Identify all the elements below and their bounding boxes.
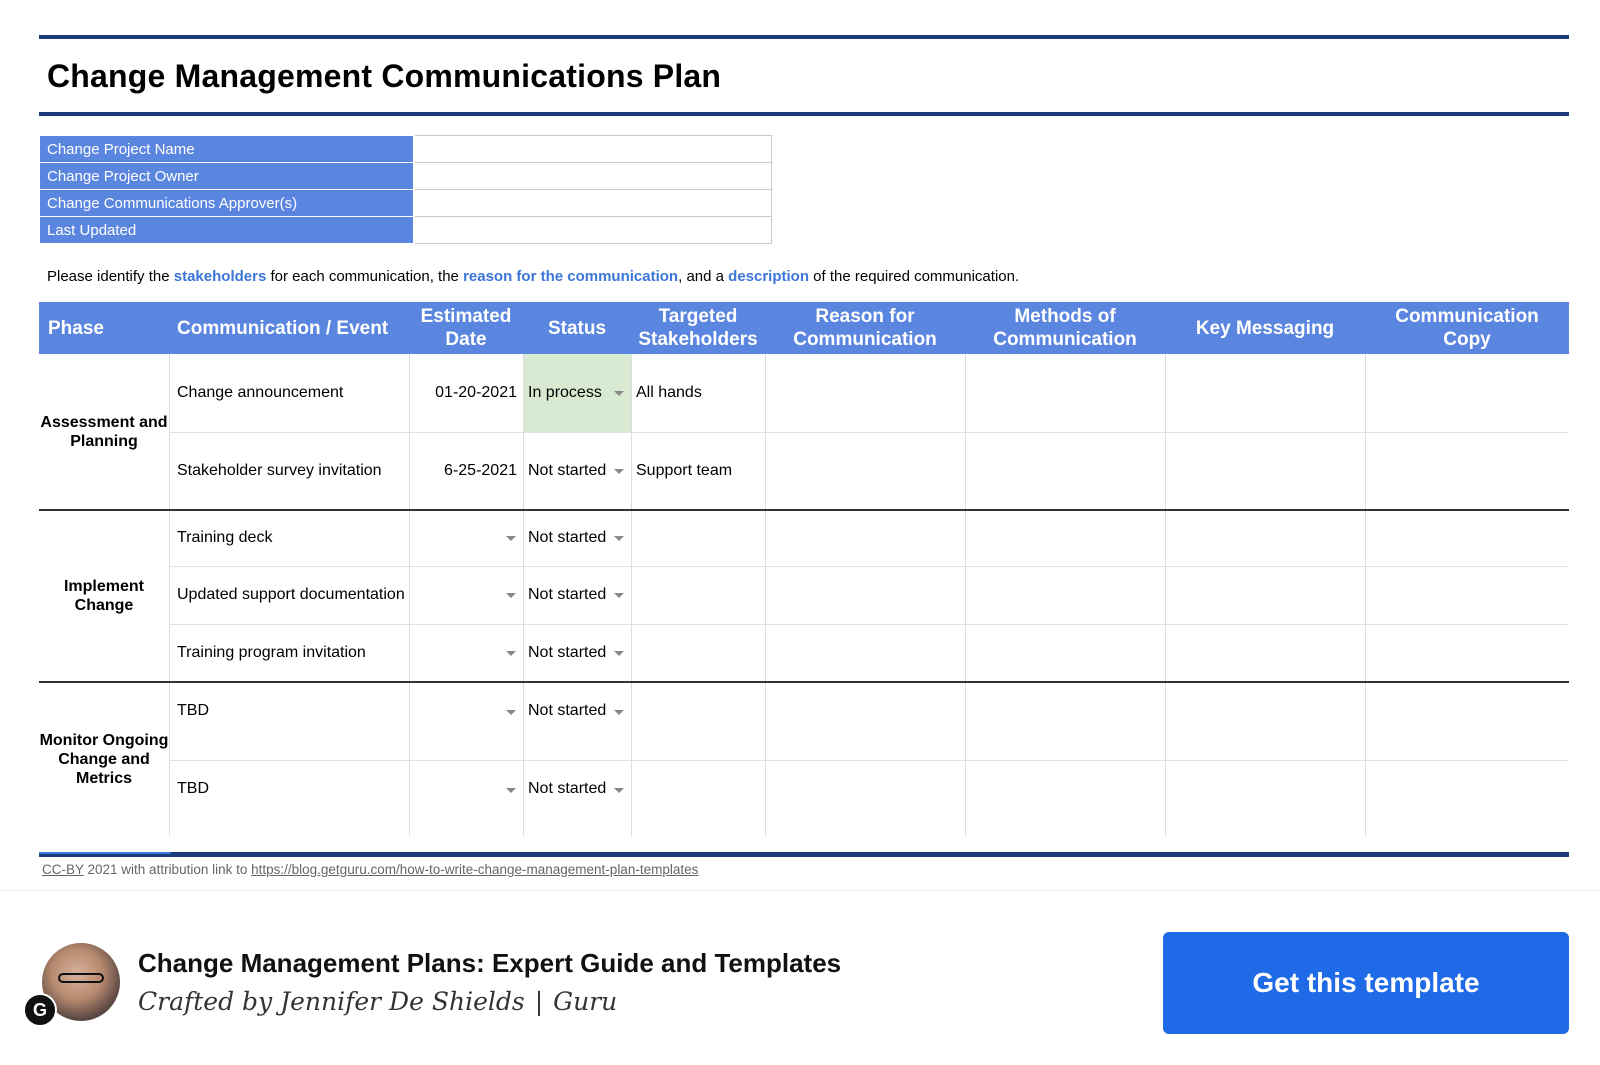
status-dropdown-arrow-icon[interactable]: [614, 391, 624, 396]
status-dropdown-arrow-icon[interactable]: [614, 593, 624, 598]
status-dropdown-arrow-icon[interactable]: [614, 469, 624, 474]
event-cell[interactable]: Change announcement: [177, 354, 407, 432]
phase-cell[interactable]: Monitor Ongoing Change and Metrics: [39, 682, 169, 836]
status-cell[interactable]: Not started: [528, 702, 612, 750]
column-divider: [631, 354, 632, 836]
status-cell[interactable]: In process: [528, 354, 612, 432]
org-name: Guru: [553, 987, 618, 1016]
info-value-project-owner[interactable]: [413, 162, 772, 190]
date-dropdown-arrow-icon[interactable]: [506, 593, 516, 598]
info-value-approvers[interactable]: [413, 189, 772, 217]
status-dropdown-arrow-icon[interactable]: [614, 710, 624, 715]
column-divider: [1365, 354, 1366, 836]
header-copy[interactable]: Communication Copy: [1365, 302, 1569, 354]
instructions-part: Please identify the: [47, 268, 174, 285]
date-cell[interactable]: 6-25-2021: [409, 432, 517, 510]
event-cell[interactable]: Stakeholder survey invitation: [177, 432, 407, 510]
header-phase[interactable]: Phase: [39, 302, 169, 354]
header-status[interactable]: Status: [523, 302, 631, 354]
event-cell[interactable]: Updated support documentation: [177, 566, 407, 624]
license-line: CC-BY 2021 with attribution link to http…: [42, 862, 698, 877]
date-cell[interactable]: [409, 510, 517, 566]
header-reason[interactable]: Reason for Communication: [765, 302, 965, 354]
column-divider: [765, 354, 766, 836]
info-label-last-updated: Last Updated: [39, 216, 415, 244]
stakeholders-cell[interactable]: Support team: [636, 432, 762, 510]
page-title: Change Management Communications Plan: [47, 58, 722, 94]
license-text: 2021 with attribution link to: [83, 862, 252, 877]
instructions-highlight-stakeholders: stakeholders: [173, 268, 267, 285]
date-cell[interactable]: [409, 624, 517, 682]
stakeholders-cell[interactable]: All hands: [636, 354, 762, 432]
status-dropdown-arrow-icon[interactable]: [614, 788, 624, 793]
date-dropdown-arrow-icon[interactable]: [506, 788, 516, 793]
event-cell[interactable]: TBD: [177, 702, 407, 750]
status-dropdown-arrow-icon[interactable]: [614, 536, 624, 541]
date-cell[interactable]: [409, 780, 517, 826]
status-cell[interactable]: Not started: [528, 780, 612, 826]
info-label-project-name: Change Project Name: [39, 135, 415, 163]
phase-cell[interactable]: Assessment and Planning: [39, 354, 169, 510]
title-rule: [39, 112, 1569, 116]
column-divider: [1165, 354, 1166, 836]
template-byline: Crafted by Jennifer De Shields | Guru: [138, 987, 617, 1016]
license-url-link[interactable]: https://blog.getguru.com/how-to-write-ch…: [251, 862, 698, 877]
status-cell[interactable]: Not started: [528, 624, 612, 682]
info-label-approvers: Change Communications Approver(s): [39, 189, 415, 217]
header-methods[interactable]: Methods of Communication: [965, 302, 1165, 354]
header-estimated-date[interactable]: Estimated Date: [409, 302, 523, 354]
grid-header-row: Phase Communication / Event Estimated Da…: [39, 302, 1569, 354]
stakeholders-cell[interactable]: [636, 624, 762, 682]
project-info-table: Change Project Name Change Project Owner…: [39, 135, 772, 244]
header-key-messaging[interactable]: Key Messaging: [1165, 302, 1365, 354]
info-label-project-owner: Change Project Owner: [39, 162, 415, 190]
column-divider: [965, 354, 966, 836]
instructions-part: , and a: [678, 268, 729, 285]
header-stakeholders[interactable]: Targeted Stakeholders: [631, 302, 765, 354]
bottom-rule: [39, 852, 1569, 857]
license-cc-link[interactable]: CC-BY: [42, 862, 84, 877]
status-cell[interactable]: Not started: [528, 432, 612, 510]
instructions-highlight-reason: reason for the communication: [463, 268, 679, 285]
stakeholders-cell[interactable]: [636, 760, 762, 836]
top-rule: [39, 35, 1569, 39]
status-cell[interactable]: Not started: [528, 566, 612, 624]
stakeholders-cell[interactable]: [636, 682, 762, 760]
event-cell[interactable]: Training deck: [177, 510, 407, 566]
guru-badge-icon: G: [23, 993, 57, 1027]
stakeholders-cell[interactable]: [636, 510, 762, 566]
date-cell[interactable]: [409, 566, 517, 624]
info-value-project-name[interactable]: [413, 135, 772, 163]
phase-cell[interactable]: Implement Change: [39, 510, 169, 682]
column-divider: [523, 354, 524, 836]
date-dropdown-arrow-icon[interactable]: [506, 710, 516, 715]
instructions-text: Please identify the stakeholders for eac…: [47, 268, 1019, 285]
instructions-part: of the required communication.: [809, 268, 1020, 285]
date-dropdown-arrow-icon[interactable]: [506, 536, 516, 541]
date-cell[interactable]: 01-20-2021: [409, 354, 517, 432]
selection-indicator: [39, 852, 171, 854]
instructions-highlight-description: description: [728, 268, 810, 285]
date-cell[interactable]: [409, 702, 517, 750]
instructions-part: for each communication, the: [266, 268, 464, 285]
date-dropdown-arrow-icon[interactable]: [506, 651, 516, 656]
stakeholders-cell[interactable]: [636, 566, 762, 624]
row-divider: [169, 760, 1569, 761]
header-event[interactable]: Communication / Event: [169, 302, 409, 354]
spreadsheet-view: Change Management Communications Plan Ch…: [0, 0, 1600, 890]
event-cell[interactable]: Training program invitation: [177, 624, 407, 682]
status-dropdown-arrow-icon[interactable]: [614, 651, 624, 656]
column-divider: [169, 354, 170, 836]
event-cell[interactable]: TBD: [177, 780, 407, 826]
get-template-button[interactable]: Get this template: [1163, 932, 1569, 1034]
author-credit: Crafted by Jennifer De Shields: [138, 987, 525, 1016]
info-value-last-updated[interactable]: [413, 216, 772, 244]
byline-separator: |: [534, 987, 544, 1016]
template-title: Change Management Plans: Expert Guide an…: [138, 948, 842, 978]
avatar-glasses: [58, 973, 104, 983]
status-cell[interactable]: Not started: [528, 510, 612, 566]
